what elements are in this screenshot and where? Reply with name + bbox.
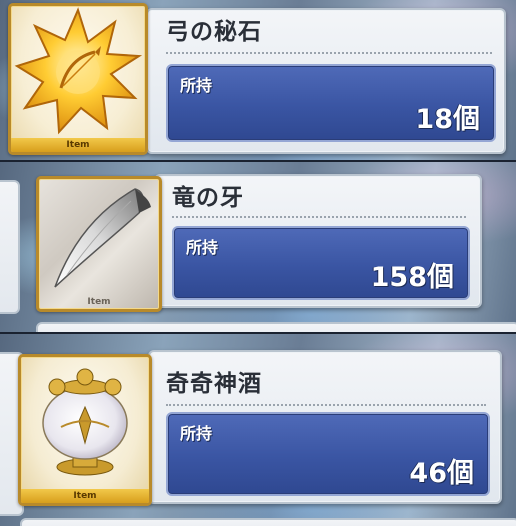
- owned-count-box-3: 所持 46個: [166, 412, 490, 496]
- owned-count-value-1: 18個: [415, 104, 480, 135]
- item-name-1: 弓の秘石: [166, 19, 262, 45]
- dragon-fang-icon: [54, 188, 151, 288]
- dotted-divider: [166, 404, 486, 406]
- dotted-divider: [172, 216, 466, 218]
- ornate-jar-icon: [42, 368, 128, 476]
- golden-star-bow-gem-icon: [14, 7, 143, 135]
- partial-card-below: [36, 322, 516, 332]
- item-tag-label: Item: [21, 489, 149, 503]
- item-row-strip-2: Item 竜の牙 所持 158個: [0, 162, 516, 332]
- partial-card-left: [0, 180, 20, 314]
- item-name-2: 竜の牙: [172, 185, 244, 211]
- item-name-3: 奇奇神酒: [166, 371, 262, 397]
- item-icon-frame-1[interactable]: Item: [8, 3, 148, 155]
- owned-label: 所持: [180, 76, 213, 95]
- owned-label: 所持: [186, 238, 219, 257]
- item-row-strip-3: Item 奇奇神酒 所持 46個: [0, 334, 516, 526]
- item-icon-frame-2[interactable]: Item: [36, 176, 162, 312]
- owned-count-value-2: 158個: [370, 262, 454, 293]
- item-row-strip-1: Item 弓の秘石 所持 18個: [0, 0, 516, 160]
- owned-label: 所持: [180, 424, 213, 443]
- owned-count-box-1: 所持 18個: [166, 64, 496, 142]
- owned-count-box-2: 所持 158個: [172, 226, 470, 300]
- item-tag-label: Item: [11, 138, 145, 152]
- partial-card-below: [20, 518, 516, 526]
- item-icon-frame-3[interactable]: Item: [18, 354, 152, 506]
- item-tag-label: Item: [87, 297, 111, 307]
- dotted-divider: [166, 52, 492, 54]
- owned-count-value-3: 46個: [409, 458, 474, 489]
